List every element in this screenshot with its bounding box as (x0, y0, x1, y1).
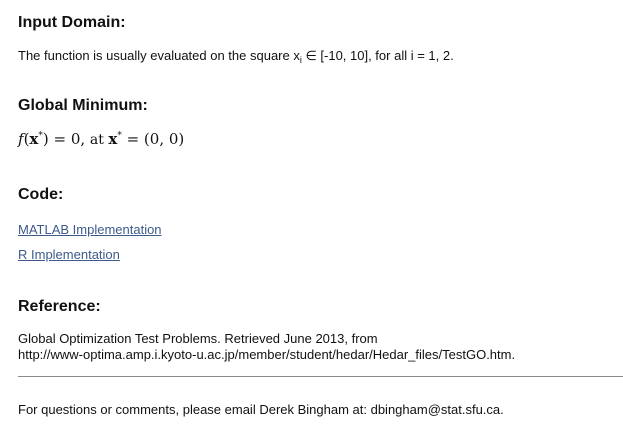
r-implementation-link[interactable]: R Implementation (18, 247, 120, 262)
formula-at: at (89, 132, 109, 148)
input-domain-heading: Input Domain: (18, 14, 126, 31)
footer-text: For questions or comments, please email … (18, 402, 504, 417)
global-minimum-heading: Global Minimum: (18, 97, 148, 114)
input-domain-text-after: ∈ [-10, 10], for all i = 1, 2. (301, 48, 454, 63)
code-heading: Code: (18, 186, 64, 203)
formula-x2: x (108, 130, 118, 148)
reference-line-1: Global Optimization Test Problems. Retri… (18, 331, 378, 346)
footer-divider (18, 376, 623, 377)
input-domain-text-before: The function is usually evaluated on the… (18, 48, 300, 63)
matlab-implementation-link[interactable]: MATLAB Implementation (18, 222, 162, 237)
formula-value: ) = 0, (42, 130, 90, 148)
input-domain-text: The function is usually evaluated on the… (18, 48, 454, 68)
formula-point: = (0, 0) (121, 130, 185, 148)
reference-heading: Reference: (18, 298, 101, 315)
formula-f: f (18, 130, 24, 148)
reference-line-2: http://www-optima.amp.i.kyoto-u.ac.jp/me… (18, 347, 516, 362)
global-minimum-formula: f(x*) = 0, at x* = (0, 0) (18, 130, 185, 148)
